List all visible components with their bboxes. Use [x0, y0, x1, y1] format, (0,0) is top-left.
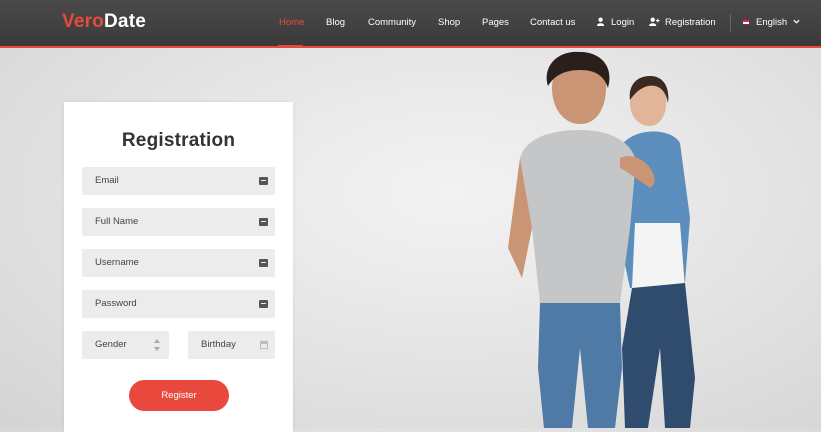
brand-part-2: Date [104, 11, 146, 32]
field-icon [259, 259, 268, 267]
language-selector[interactable]: English [742, 17, 800, 28]
nav-blog[interactable]: Blog [326, 17, 345, 28]
nav-shop[interactable]: Shop [438, 17, 460, 28]
brand-part-1: Vero [62, 11, 104, 32]
chevron-down-icon [793, 19, 800, 24]
top-navbar: VeroDate Home Blog Community Shop Pages … [0, 0, 821, 48]
field-icon [259, 300, 268, 308]
nav-contact[interactable]: Contact us [530, 17, 575, 28]
fullname-field[interactable] [82, 208, 275, 236]
stepper-icon [154, 339, 161, 351]
username-field[interactable] [82, 249, 275, 277]
nav-community[interactable]: Community [368, 17, 416, 28]
email-input[interactable] [95, 167, 245, 195]
nav-login[interactable]: Login [597, 17, 634, 28]
register-button[interactable]: Register [129, 380, 229, 411]
user-plus-icon [649, 17, 660, 26]
nav-registration-label: Registration [665, 17, 716, 28]
username-input[interactable] [95, 249, 245, 277]
gender-label: Gender [95, 339, 127, 350]
nav-registration[interactable]: Registration [649, 17, 716, 28]
flag-icon [742, 19, 750, 25]
user-icon [597, 17, 605, 26]
language-label: English [756, 17, 788, 28]
brand-logo[interactable]: VeroDate [62, 11, 146, 33]
birthday-field[interactable]: Birthday [188, 331, 275, 359]
nav-home[interactable]: Home [279, 17, 304, 28]
email-field[interactable] [82, 167, 275, 195]
couple-photo [508, 51, 695, 428]
calendar-icon [260, 341, 268, 349]
password-field[interactable] [82, 290, 275, 318]
fullname-input[interactable] [95, 208, 245, 236]
field-icon [259, 177, 268, 185]
birthday-label: Birthday [201, 339, 236, 350]
gender-select[interactable]: Gender [82, 331, 169, 359]
nav-divider [730, 14, 731, 32]
registration-title: Registration [121, 130, 236, 151]
nav-login-label: Login [611, 17, 635, 28]
nav-active-indicator [278, 45, 303, 48]
password-input[interactable] [95, 290, 245, 318]
nav-pages[interactable]: Pages [482, 17, 509, 28]
field-icon [259, 218, 268, 226]
